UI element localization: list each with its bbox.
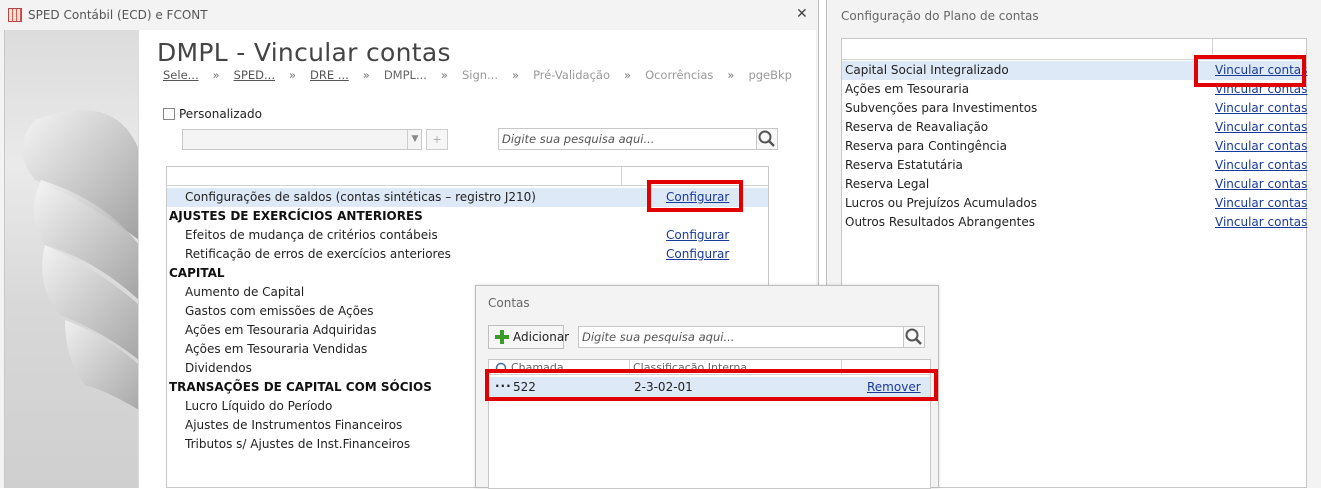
breadcrumb-separator: » — [289, 68, 297, 82]
vincular-contas-link[interactable]: Vincular contas — [1215, 120, 1307, 134]
personalizado-label: Personalizado — [179, 107, 262, 121]
vincular-contas-link[interactable]: Vincular contas — [1215, 158, 1307, 172]
plus-icon — [495, 330, 509, 344]
breadcrumb-item-current: DMPL... — [383, 68, 427, 82]
row-label: Ajustes de Instrumentos Financeiros — [185, 418, 403, 432]
window-title: SPED Contábil (ECD) e FCONT — [28, 8, 208, 22]
add-plan-button[interactable]: + — [426, 129, 448, 150]
vincular-contas-link[interactable]: Vincular contas — [1215, 196, 1307, 210]
vincular-contas-link[interactable]: Vincular contas — [1215, 215, 1307, 229]
contas-window: Contas Adicionar Digite sua pesquisa aqu… — [475, 285, 939, 489]
title-bar: SPED Contábil (ECD) e FCONT ✕ — [0, 0, 818, 30]
row-label: Reserva para Contingência — [845, 139, 1007, 153]
search-placeholder: Digite sua pesquisa aqui... — [582, 330, 735, 344]
row-label: Dividendos — [185, 361, 252, 375]
table-row[interactable]: Reserva de Reavaliação Vincular contas — [842, 118, 1307, 137]
table-row[interactable]: Retificação de erros de exercícios anter… — [167, 245, 768, 264]
search-placeholder: Digite sua pesquisa aqui... — [502, 132, 655, 146]
page-title: DMPL - Vincular contas — [157, 38, 451, 67]
search-input[interactable]: Digite sua pesquisa aqui... — [498, 128, 776, 150]
window-title: Contas — [488, 296, 530, 310]
row-label: Lucro Líquido do Período — [185, 399, 333, 413]
chevron-down-icon[interactable]: ▼ — [407, 130, 422, 149]
column-divider — [621, 167, 622, 186]
row-label: TRANSAÇÕES DE CAPITAL COM SÓCIOS — [169, 380, 432, 394]
highlight-box — [485, 369, 938, 401]
table-row[interactable]: Outros Resultados Abrangentes Vincular co… — [842, 213, 1307, 232]
window-title: Configuração do Plano de contas — [841, 9, 1039, 23]
row-label: Efeitos de mudança de critérios contábei… — [185, 228, 438, 242]
breadcrumb-item[interactable]: SPED... — [234, 68, 275, 82]
close-icon[interactable]: ✕ — [796, 6, 808, 22]
search-button[interactable] — [756, 128, 778, 150]
row-label: Reserva Estatutária — [845, 158, 963, 172]
highlight-box — [647, 180, 743, 212]
plan-select[interactable]: ▼ — [182, 129, 422, 150]
table-row[interactable]: Subvenções para Investimentos Vincular co… — [842, 99, 1307, 118]
breadcrumb-item[interactable]: Sign... — [462, 68, 498, 82]
app-icon — [8, 8, 22, 22]
row-label: Gastos com emissões de Ações — [185, 304, 374, 318]
row-label: Aumento de Capital — [185, 285, 305, 299]
table-row[interactable]: Lucros ou Prejuízos Acumulados Vincular c… — [842, 194, 1307, 213]
breadcrumb-item[interactable]: Sele... — [163, 68, 199, 82]
table-row[interactable]: Reserva Legal Vincular contas — [842, 175, 1307, 194]
table-row[interactable]: Efeitos de mudança de critérios contábei… — [167, 226, 768, 245]
row-label: Reserva Legal — [845, 177, 930, 191]
breadcrumb-separator: » — [440, 68, 448, 82]
search-icon — [758, 130, 775, 147]
personalizado-checkbox[interactable] — [163, 108, 175, 120]
add-button-label: Adicionar — [513, 330, 570, 344]
highlight-box — [1194, 55, 1306, 87]
row-label: Lucros ou Prejuízos Acumulados — [845, 196, 1037, 210]
decorative-banner — [4, 30, 140, 488]
breadcrumb-separator: » — [727, 68, 735, 82]
breadcrumb-separator: » — [212, 68, 220, 82]
vincular-contas-link[interactable]: Vincular contas — [1215, 177, 1307, 191]
configurar-link[interactable]: Configurar — [666, 247, 729, 261]
row-label: Capital Social Integralizado — [845, 63, 1009, 77]
breadcrumb-separator: » — [512, 68, 520, 82]
table-row[interactable]: Reserva Estatutária Vincular contas — [842, 156, 1307, 175]
breadcrumb-item[interactable]: Ocorrências — [645, 68, 713, 82]
row-label: Reserva de Reavaliação — [845, 120, 989, 134]
row-label: Configurações de saldos (contas sintétic… — [185, 190, 536, 204]
row-label: Ações em Tesouraria Adquiridas — [185, 323, 377, 337]
search-input[interactable]: Digite sua pesquisa aqui... — [578, 326, 905, 348]
row-label: Subvenções para Investimentos — [845, 101, 1038, 115]
vincular-contas-link[interactable]: Vincular contas — [1215, 139, 1307, 153]
row-label: Retificação de erros de exercícios anter… — [185, 247, 451, 261]
row-label: AJUSTES DE EXERCÍCIOS ANTERIORES — [169, 209, 423, 223]
row-label: Ações em Tesouraria Vendidas — [185, 342, 368, 356]
row-label: Outros Resultados Abrangentes — [845, 215, 1035, 229]
sphere-graphic-icon — [22, 110, 140, 410]
configurar-link[interactable]: Configurar — [666, 228, 729, 242]
search-icon — [905, 328, 922, 345]
search-button[interactable] — [903, 326, 925, 348]
vincular-contas-link[interactable]: Vincular contas — [1215, 101, 1307, 115]
breadcrumb-item[interactable]: DRE ... — [310, 68, 349, 82]
add-button[interactable]: Adicionar — [488, 325, 569, 349]
row-label: Tributos s/ Ajustes de Inst.Financeiros — [185, 437, 411, 451]
breadcrumb-separator: » — [624, 68, 632, 82]
breadcrumb: Sele... » SPED... » DRE ... » DMPL... » … — [163, 68, 806, 82]
breadcrumb-item[interactable]: pgeBkp — [748, 68, 792, 82]
breadcrumb-item[interactable]: Pré-Validação — [533, 68, 610, 82]
breadcrumb-separator: » — [362, 68, 370, 82]
row-label: Ações em Tesouraria — [845, 82, 970, 96]
row-label: CAPITAL — [169, 266, 225, 280]
table-row[interactable]: Reserva para Contingência Vincular contas — [842, 137, 1307, 156]
group-row[interactable]: CAPITAL — [167, 264, 768, 283]
